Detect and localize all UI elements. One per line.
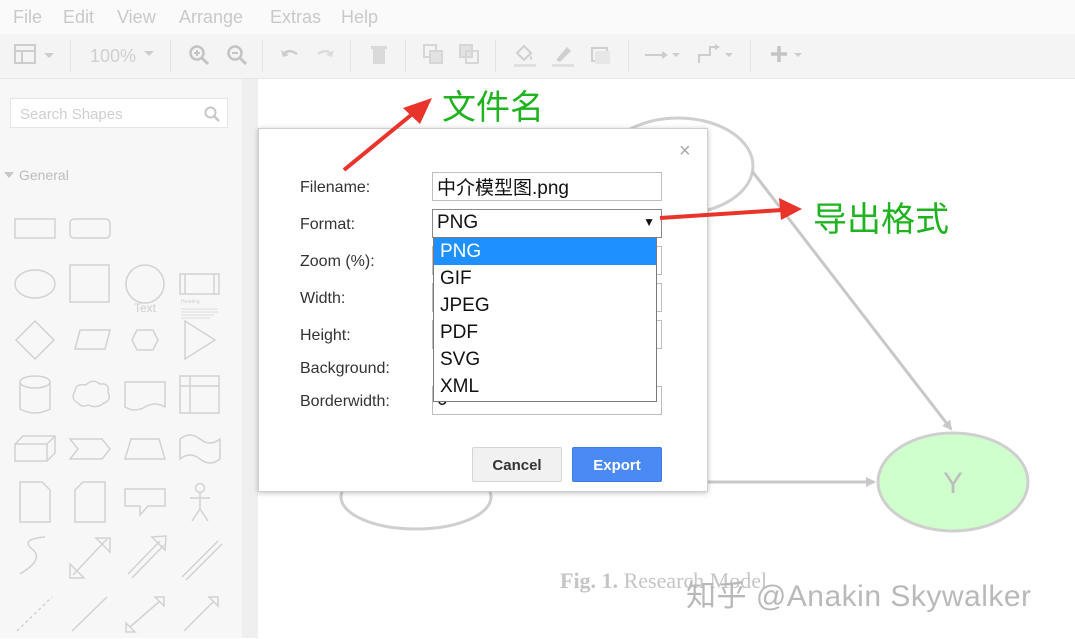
filename-annotation-arrow [342,98,432,172]
filename-annotation: 文件名 [442,89,544,127]
format-annotation: 导出格式 [813,201,949,239]
format-annotation-arrow [659,198,802,220]
